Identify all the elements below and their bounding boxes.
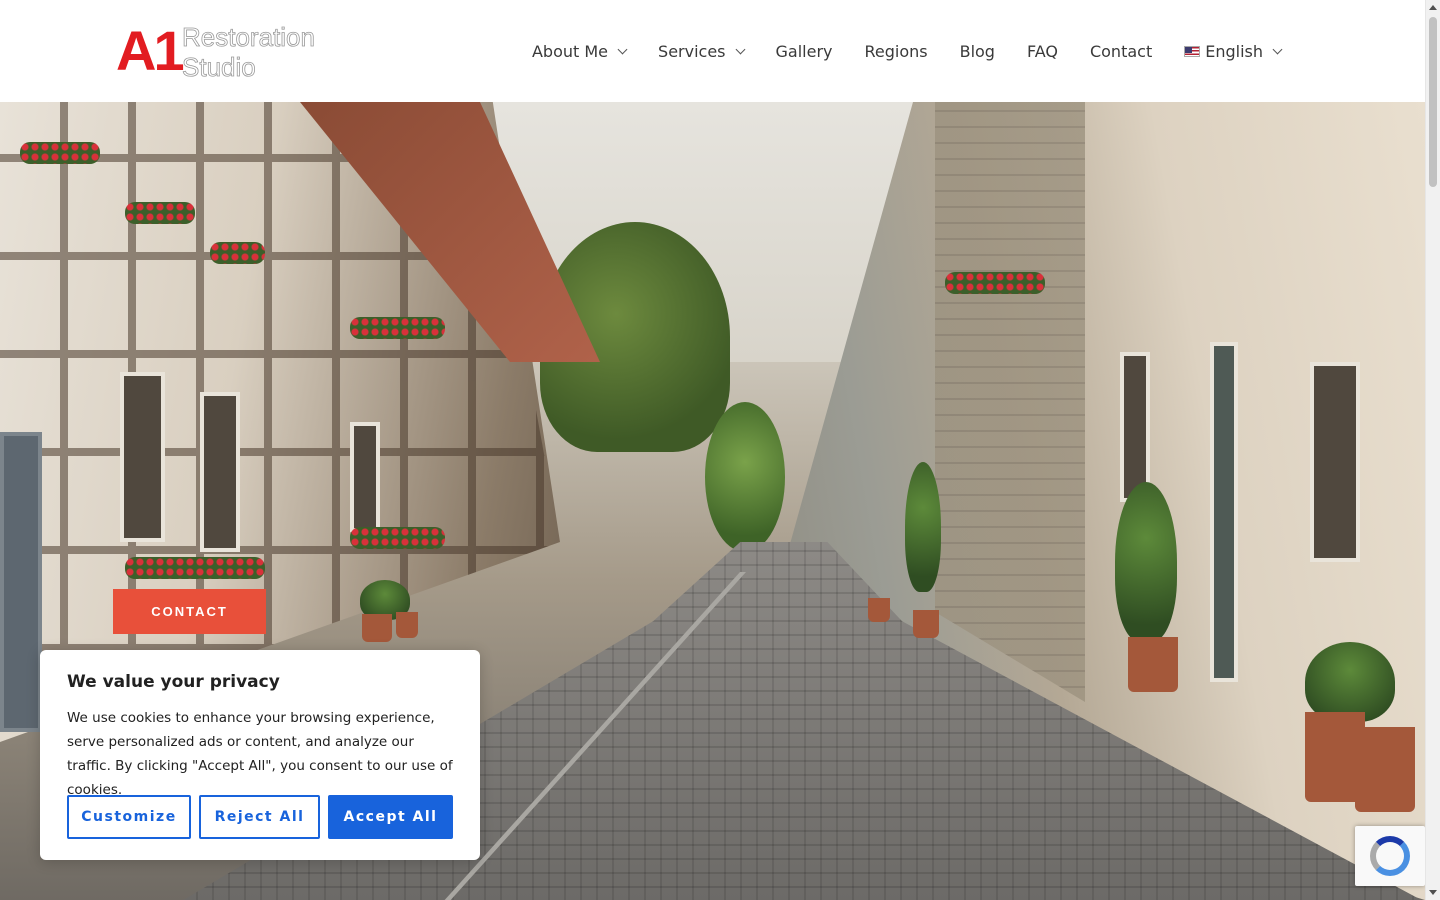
recaptcha-badge[interactable]: [1355, 826, 1425, 886]
us-flag-icon: [1184, 45, 1201, 57]
main-nav: About Me Services Gallery Regions Blog F…: [516, 0, 1297, 102]
nav-label: Services: [658, 41, 726, 61]
nav-label: Blog: [959, 41, 995, 61]
chevron-down-icon: [1272, 44, 1283, 54]
hero-plant: [905, 462, 941, 592]
cookie-consent-banner: We value your privacy We use cookies to …: [40, 650, 480, 860]
scroll-up-arrow-icon[interactable]: [1429, 5, 1437, 10]
logo-line-2: Studio: [182, 52, 257, 83]
chevron-down-icon: [617, 44, 628, 54]
nav-item-contact[interactable]: Contact: [1074, 0, 1168, 102]
hero-flower-box: [20, 142, 100, 164]
nav-label: Contact: [1089, 41, 1153, 61]
accept-all-button[interactable]: Accept All: [328, 795, 453, 839]
language-switcher[interactable]: English: [1168, 0, 1297, 102]
logo-line-1: Restoration: [182, 22, 316, 53]
customize-button[interactable]: Customize: [67, 795, 191, 839]
nav-item-regions[interactable]: Regions: [848, 0, 943, 102]
scroll-down-arrow-icon[interactable]: [1429, 890, 1437, 895]
hero-planter: [1128, 637, 1178, 692]
hero-stone-facade: [935, 102, 1085, 702]
nav-label: Gallery: [775, 41, 833, 61]
nav-label: About Me: [531, 41, 609, 61]
scrollbar-thumb[interactable]: [1429, 17, 1437, 187]
logo-wordmark: Restoration Studio: [182, 22, 316, 83]
page-scrollbar[interactable]: [1425, 0, 1440, 900]
nav-item-about-me[interactable]: About Me: [516, 0, 642, 102]
hero-plant: [1115, 482, 1177, 642]
hero-window: [1310, 362, 1360, 562]
hero-plant: [1305, 642, 1395, 722]
site-header: A1 Restoration Studio About Me Services …: [0, 0, 1425, 102]
hero-planter: [868, 598, 890, 622]
site-logo[interactable]: A1 Restoration Studio: [116, 19, 316, 83]
hero-flower-box: [945, 272, 1045, 294]
hero-planter: [396, 612, 418, 638]
hero-planter: [362, 614, 392, 642]
cookie-title: We value your privacy: [67, 672, 280, 692]
hero-flower-box: [125, 202, 195, 224]
hero-tree: [705, 402, 785, 552]
nav-label: FAQ: [1026, 41, 1058, 61]
hero-planter: [913, 610, 939, 638]
hero-window: [350, 422, 380, 532]
cookie-actions: Customize Reject All Accept All: [67, 795, 453, 839]
nav-item-services[interactable]: Services: [642, 0, 759, 102]
hero-planter: [1355, 727, 1415, 812]
recaptcha-icon: [1370, 836, 1410, 876]
logo-mark: A1: [116, 19, 185, 82]
hero-flower-box: [350, 317, 445, 339]
language-label: English: [1205, 41, 1263, 61]
hero-window: [120, 372, 165, 542]
contact-cta-button[interactable]: CONTACT: [113, 589, 266, 634]
chevron-down-icon: [735, 44, 745, 54]
reject-all-button[interactable]: Reject All: [199, 795, 320, 839]
hero-flower-box: [125, 557, 265, 579]
hero-flower-box: [210, 242, 265, 264]
nav-item-gallery[interactable]: Gallery: [760, 0, 849, 102]
nav-item-blog[interactable]: Blog: [944, 0, 1011, 102]
nav-item-faq[interactable]: FAQ: [1011, 0, 1074, 102]
hero-door: [1210, 342, 1238, 682]
hero-flower-box: [350, 527, 445, 549]
hero-window: [200, 392, 240, 552]
cookie-description: We use cookies to enhance your browsing …: [67, 710, 453, 798]
hero-door: [0, 432, 42, 732]
nav-label: Regions: [864, 41, 928, 61]
hero-window: [1120, 352, 1150, 502]
